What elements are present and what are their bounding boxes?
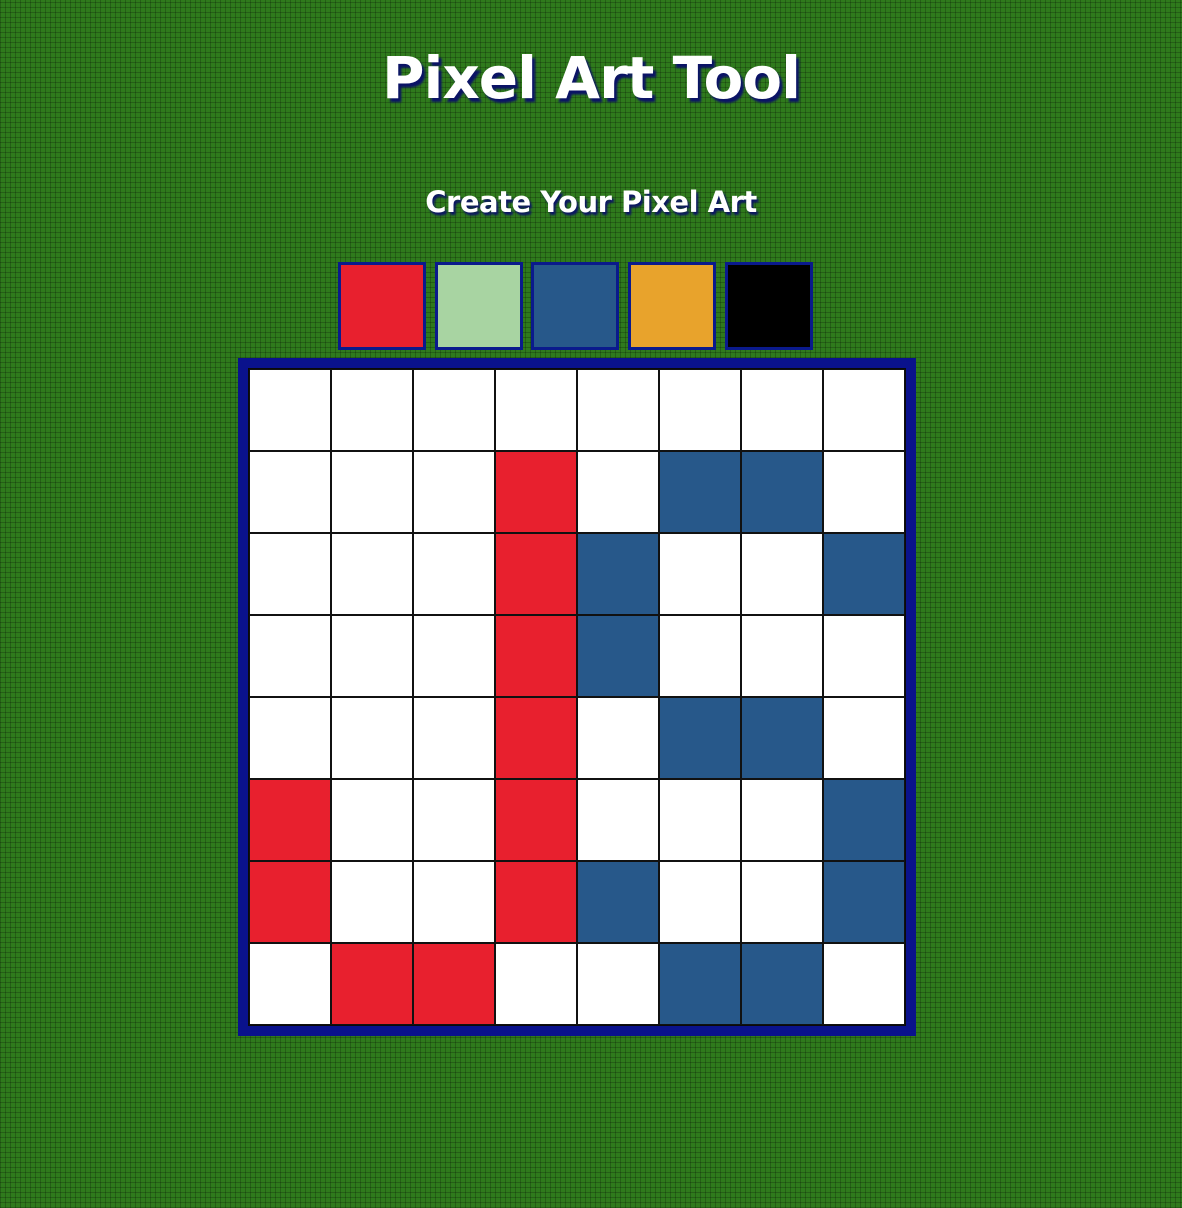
pixel-cell-r4-c5[interactable]	[659, 697, 741, 779]
pixel-cell-r3-c3[interactable]	[495, 615, 577, 697]
pixel-cell-r3-c4[interactable]	[577, 615, 659, 697]
pixel-cell-r6-c0[interactable]	[249, 861, 331, 943]
pixel-cell-r3-c5[interactable]	[659, 615, 741, 697]
pixel-cell-r7-c2[interactable]	[413, 943, 495, 1025]
palette-swatch-light-green[interactable]	[435, 262, 523, 350]
pixel-cell-r2-c7[interactable]	[823, 533, 905, 615]
pixel-cell-r5-c3[interactable]	[495, 779, 577, 861]
pixel-cell-r3-c1[interactable]	[331, 615, 413, 697]
pixel-cell-r0-c3[interactable]	[495, 369, 577, 451]
palette-swatch-orange[interactable]	[628, 262, 716, 350]
pixel-cell-r1-c2[interactable]	[413, 451, 495, 533]
page-subtitle: Create Your Pixel Art	[425, 185, 757, 219]
pixel-cell-r4-c2[interactable]	[413, 697, 495, 779]
pixel-cell-r6-c7[interactable]	[823, 861, 905, 943]
page-title: Pixel Art Tool	[381, 44, 801, 112]
pixel-cell-r5-c5[interactable]	[659, 779, 741, 861]
pixel-cell-r7-c7[interactable]	[823, 943, 905, 1025]
pixel-cell-r5-c6[interactable]	[741, 779, 823, 861]
pixel-cell-r0-c4[interactable]	[577, 369, 659, 451]
palette-swatch-red[interactable]	[338, 262, 426, 350]
pixel-cell-r2-c0[interactable]	[249, 533, 331, 615]
pixel-cell-r2-c2[interactable]	[413, 533, 495, 615]
pixel-cell-r0-c1[interactable]	[331, 369, 413, 451]
pixel-cell-r7-c4[interactable]	[577, 943, 659, 1025]
color-palette	[338, 262, 818, 350]
pixel-cell-r3-c7[interactable]	[823, 615, 905, 697]
pixel-cell-r4-c4[interactable]	[577, 697, 659, 779]
pixel-canvas-frame	[238, 358, 916, 1036]
pixel-cell-r6-c6[interactable]	[741, 861, 823, 943]
pixel-cell-r1-c3[interactable]	[495, 451, 577, 533]
pixel-cell-r0-c7[interactable]	[823, 369, 905, 451]
pixel-cell-r6-c3[interactable]	[495, 861, 577, 943]
pixel-cell-r4-c7[interactable]	[823, 697, 905, 779]
pixel-cell-r5-c2[interactable]	[413, 779, 495, 861]
pixel-cell-r3-c6[interactable]	[741, 615, 823, 697]
pixel-cell-r0-c6[interactable]	[741, 369, 823, 451]
pixel-cell-r1-c1[interactable]	[331, 451, 413, 533]
pixel-cell-r1-c7[interactable]	[823, 451, 905, 533]
pixel-cell-r1-c5[interactable]	[659, 451, 741, 533]
pixel-cell-r2-c4[interactable]	[577, 533, 659, 615]
pixel-cell-r2-c3[interactable]	[495, 533, 577, 615]
pixel-cell-r0-c0[interactable]	[249, 369, 331, 451]
pixel-cell-r4-c0[interactable]	[249, 697, 331, 779]
pixel-cell-r5-c7[interactable]	[823, 779, 905, 861]
pixel-cell-r6-c1[interactable]	[331, 861, 413, 943]
pixel-cell-r2-c5[interactable]	[659, 533, 741, 615]
pixel-cell-r0-c2[interactable]	[413, 369, 495, 451]
pixel-cell-r5-c0[interactable]	[249, 779, 331, 861]
pixel-cell-r2-c1[interactable]	[331, 533, 413, 615]
pixel-canvas	[248, 368, 906, 1026]
pixel-cell-r5-c1[interactable]	[331, 779, 413, 861]
pixel-cell-r7-c5[interactable]	[659, 943, 741, 1025]
pixel-cell-r6-c2[interactable]	[413, 861, 495, 943]
pixel-cell-r4-c3[interactable]	[495, 697, 577, 779]
palette-swatch-black[interactable]	[725, 262, 813, 350]
pixel-cell-r3-c2[interactable]	[413, 615, 495, 697]
pixel-cell-r7-c0[interactable]	[249, 943, 331, 1025]
pixel-cell-r7-c6[interactable]	[741, 943, 823, 1025]
pixel-cell-r7-c1[interactable]	[331, 943, 413, 1025]
pixel-cell-r0-c5[interactable]	[659, 369, 741, 451]
pixel-cell-r4-c6[interactable]	[741, 697, 823, 779]
pixel-cell-r6-c5[interactable]	[659, 861, 741, 943]
pixel-cell-r1-c0[interactable]	[249, 451, 331, 533]
pixel-cell-r2-c6[interactable]	[741, 533, 823, 615]
pixel-cell-r1-c4[interactable]	[577, 451, 659, 533]
pixel-cell-r7-c3[interactable]	[495, 943, 577, 1025]
pixel-cell-r3-c0[interactable]	[249, 615, 331, 697]
pixel-cell-r5-c4[interactable]	[577, 779, 659, 861]
pixel-cell-r6-c4[interactable]	[577, 861, 659, 943]
pixel-cell-r4-c1[interactable]	[331, 697, 413, 779]
palette-swatch-blue[interactable]	[531, 262, 619, 350]
pixel-cell-r1-c6[interactable]	[741, 451, 823, 533]
